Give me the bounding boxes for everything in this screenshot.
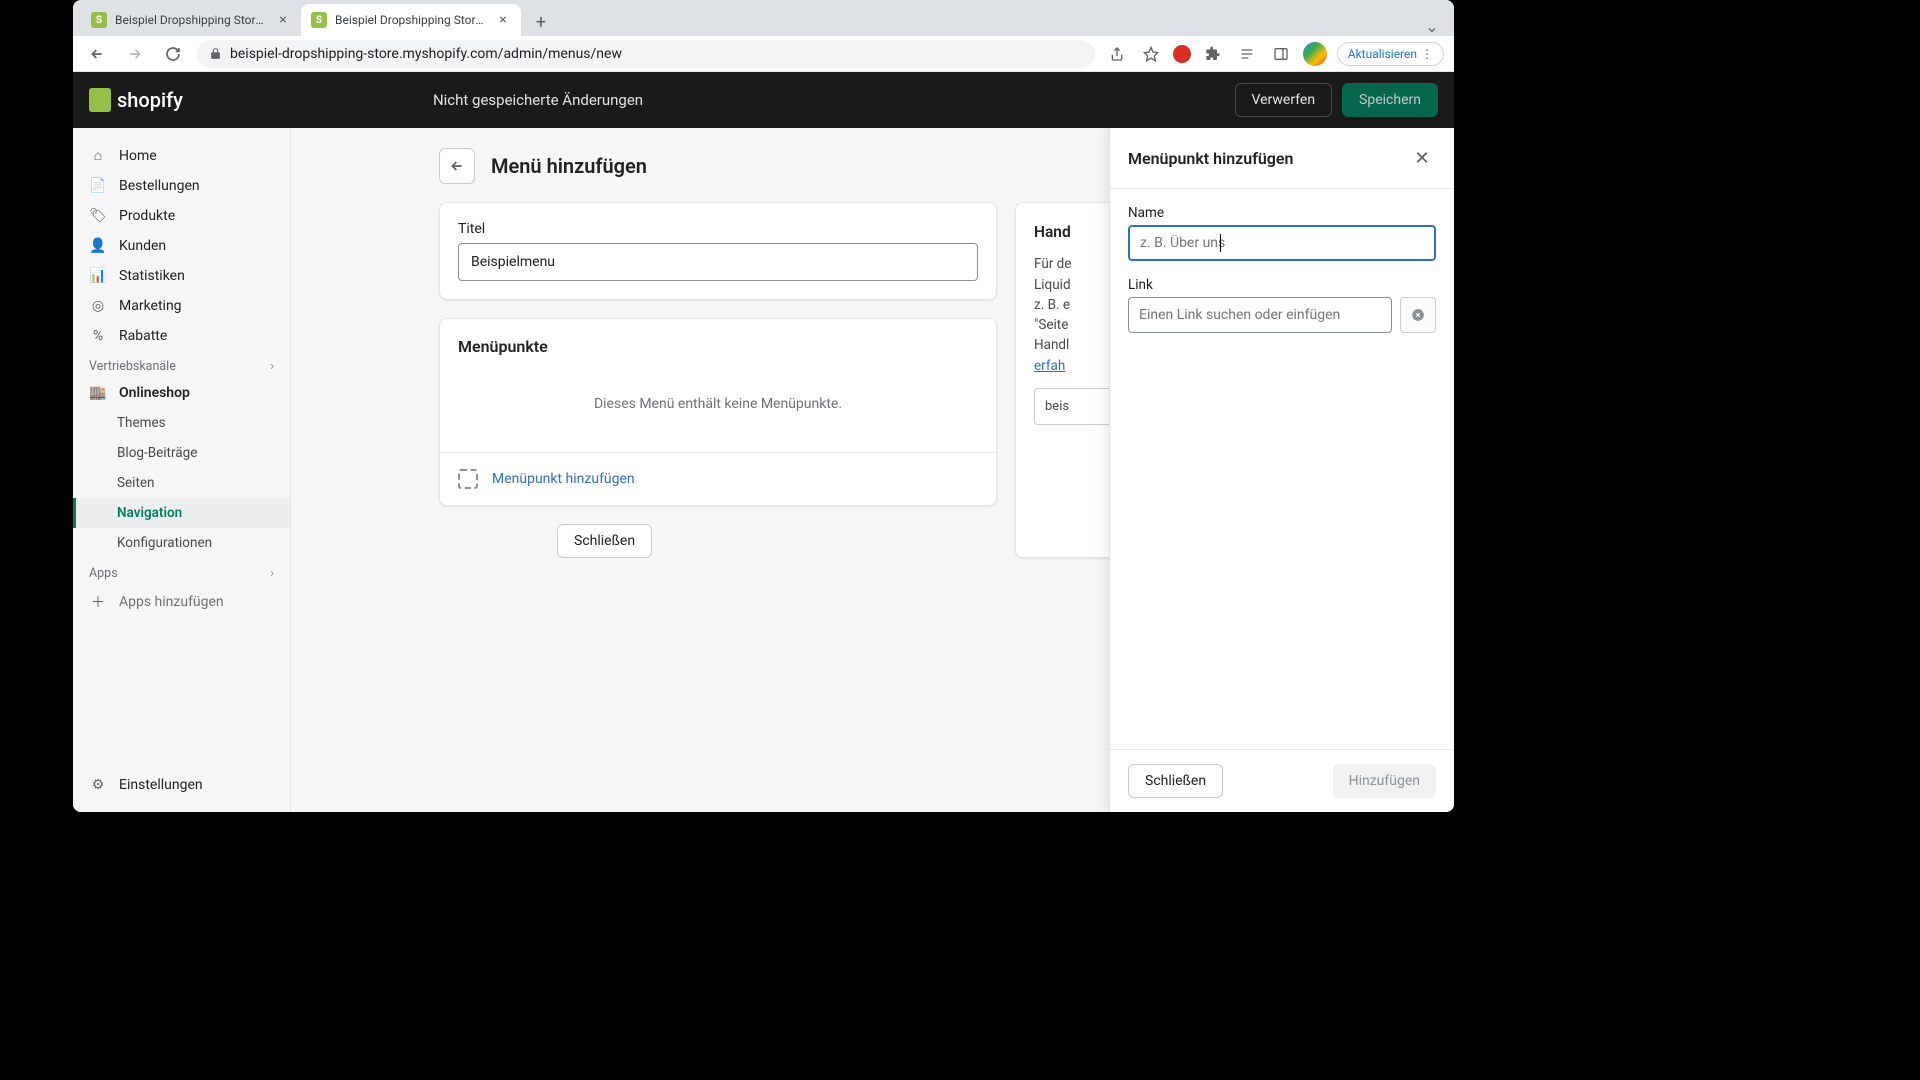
star-icon[interactable] — [1139, 42, 1163, 66]
reload-icon[interactable] — [159, 40, 187, 68]
address-bar[interactable]: beispiel-dropshipping-store.myshopify.co… — [197, 40, 1095, 68]
share-icon[interactable] — [1105, 42, 1129, 66]
panel-add-button[interactable]: Hinzufügen — [1333, 764, 1436, 798]
nav-config[interactable]: Konfigurationen — [73, 528, 290, 558]
tab-title: Beispiel Dropshipping Store · N — [335, 13, 487, 27]
page-back-button[interactable] — [439, 148, 475, 184]
nav-pages[interactable]: Seiten — [73, 468, 290, 498]
tag-icon: 🏷 — [89, 208, 107, 224]
update-label: Aktualisieren — [1348, 47, 1417, 61]
chevron-right-icon[interactable]: › — [270, 566, 274, 581]
shopify-favicon-icon: S — [311, 12, 327, 28]
home-icon: ⌂ — [89, 147, 107, 164]
menuitem-link-input[interactable] — [1128, 297, 1392, 333]
panel-close-button[interactable]: ✕ — [1408, 144, 1436, 172]
save-button[interactable]: Speichern — [1342, 83, 1438, 117]
tab-title: Beispiel Dropshipping Store · D — [115, 13, 267, 27]
nav-add-apps[interactable]: ＋Apps hinzufügen — [73, 585, 290, 619]
extensions-icon[interactable] — [1201, 42, 1225, 66]
add-menupoint-button[interactable]: Menüpunkt hinzufügen — [440, 452, 996, 505]
nav-themes[interactable]: Themes — [73, 408, 290, 438]
nav-home[interactable]: ⌂Home — [73, 140, 290, 171]
back-icon[interactable] — [83, 40, 111, 68]
tabs-caret-icon[interactable]: ⌄ — [1418, 17, 1446, 36]
apps-header: Apps› — [73, 558, 290, 585]
percent-icon: % — [89, 328, 107, 344]
discard-button[interactable]: Verwerfen — [1235, 83, 1333, 117]
browser-tab[interactable]: S Beispiel Dropshipping Store · D × — [81, 4, 301, 36]
menuitem-name-input[interactable] — [1128, 225, 1436, 261]
store-icon: 🏬 — [89, 385, 107, 401]
dashed-square-icon — [458, 469, 478, 489]
sidebar: ⌂Home 📄Bestellungen 🏷Produkte 👤Kunden 📊S… — [73, 128, 291, 812]
page-title: Menü hinzufügen — [491, 154, 647, 178]
unsaved-changes-text: Nicht gespeicherte Änderungen — [433, 91, 643, 109]
close-tab-icon[interactable]: × — [495, 12, 511, 28]
forward-icon — [121, 40, 149, 68]
new-tab-button[interactable]: + — [527, 8, 555, 36]
menupoints-card: Menüpunkte Dieses Menü enthält keine Men… — [439, 318, 997, 506]
panel-title: Menüpunkt hinzufügen — [1128, 149, 1293, 168]
list-icon[interactable] — [1235, 42, 1259, 66]
chart-icon: 📊 — [89, 268, 107, 284]
browser-tab-active[interactable]: S Beispiel Dropshipping Store · N × — [301, 4, 521, 36]
close-tab-icon[interactable]: × — [275, 12, 291, 28]
panel-icon[interactable] — [1269, 42, 1293, 66]
extension-badge-icon[interactable] — [1173, 45, 1191, 63]
nav-blogs[interactable]: Blog-Beiträge — [73, 438, 290, 468]
menu-dots-icon[interactable]: ⋮ — [1421, 47, 1433, 61]
clear-link-button[interactable] — [1400, 297, 1436, 333]
nav-marketing[interactable]: ◎Marketing — [73, 291, 290, 321]
orders-icon: 📄 — [89, 178, 107, 194]
panel-close-footer-button[interactable]: Schließen — [1128, 764, 1223, 798]
brand-text: shopify — [117, 88, 183, 112]
update-button[interactable]: Aktualisieren ⋮ — [1337, 42, 1444, 66]
profile-avatar[interactable] — [1303, 42, 1327, 66]
lock-icon — [209, 47, 222, 60]
channels-header: Vertriebskanäle› — [73, 351, 290, 378]
nav-onlineshop[interactable]: 🏬Onlineshop — [73, 378, 290, 408]
chevron-right-icon[interactable]: › — [270, 359, 274, 374]
menupoints-heading: Menüpunkte — [440, 319, 996, 356]
add-menuitem-panel: Menüpunkt hinzufügen ✕ Name Link Schließ… — [1109, 128, 1454, 812]
shopify-logo[interactable]: shopify — [89, 88, 183, 112]
gear-icon: ⚙ — [89, 777, 107, 793]
nav-orders[interactable]: 📄Bestellungen — [73, 171, 290, 201]
shopify-favicon-icon: S — [91, 12, 107, 28]
nav-products[interactable]: 🏷Produkte — [73, 201, 290, 231]
plus-icon: ＋ — [89, 592, 107, 612]
page-close-button[interactable]: Schließen — [557, 524, 652, 558]
target-icon: ◎ — [89, 298, 107, 314]
shopify-topbar: shopify Nicht gespeicherte Änderungen Ve… — [73, 72, 1454, 128]
menupoints-empty-text: Dieses Menü enthält keine Menüpunkte. — [440, 356, 996, 452]
menu-title-input[interactable] — [458, 243, 978, 281]
browser-tabbar: S Beispiel Dropshipping Store · D × S Be… — [73, 0, 1454, 36]
nav-navigation[interactable]: Navigation — [73, 498, 290, 528]
nav-discounts[interactable]: %Rabatte — [73, 321, 290, 351]
nav-settings[interactable]: ⚙Einstellungen — [73, 770, 290, 800]
handle-learn-link[interactable]: erfah — [1034, 358, 1065, 374]
text-cursor-icon — [1220, 234, 1221, 252]
title-field-label: Titel — [458, 221, 978, 237]
add-menupoint-label: Menüpunkt hinzufügen — [492, 471, 635, 487]
name-field-label: Name — [1128, 205, 1436, 221]
person-icon: 👤 — [89, 238, 107, 254]
browser-urlbar: beispiel-dropshipping-store.myshopify.co… — [73, 36, 1454, 72]
title-card: Titel — [439, 202, 997, 300]
link-field-label: Link — [1128, 277, 1436, 293]
url-text: beispiel-dropshipping-store.myshopify.co… — [230, 46, 622, 62]
nav-customers[interactable]: 👤Kunden — [73, 231, 290, 261]
nav-analytics[interactable]: 📊Statistiken — [73, 261, 290, 291]
shopify-bag-icon — [89, 88, 111, 112]
